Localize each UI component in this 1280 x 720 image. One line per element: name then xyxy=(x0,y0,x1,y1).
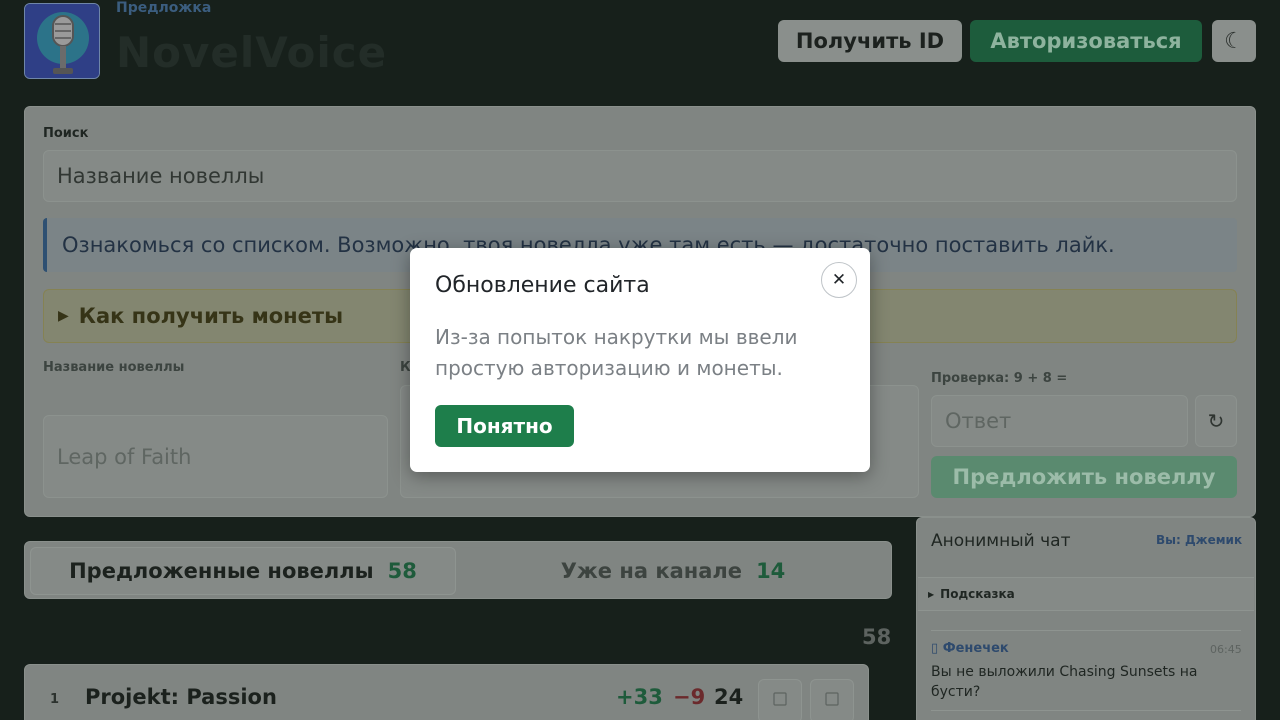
suggest-novel-button[interactable]: Предложить новеллу xyxy=(931,456,1237,498)
dislike-button[interactable] xyxy=(810,679,854,720)
theme-toggle-button[interactable]: ☾ xyxy=(1212,20,1256,62)
get-id-button[interactable]: Получить ID xyxy=(778,20,962,62)
novel-title: Projekt: Passion xyxy=(85,685,277,709)
captcha-label: Проверка: 9 + 8 = xyxy=(931,371,1068,386)
user-icon: ▯ xyxy=(931,641,939,656)
moon-icon: ☾ xyxy=(1224,28,1244,54)
site-logo xyxy=(24,3,100,79)
refresh-icon: ↻ xyxy=(1207,409,1225,433)
chat-hint-label: Подсказка xyxy=(940,587,1015,601)
chat-message-time: 06:45 xyxy=(1210,643,1242,656)
tab-count: 58 xyxy=(387,559,417,583)
novel-name-input[interactable]: Leap of Faith xyxy=(43,415,388,498)
votes-total: 24 xyxy=(714,685,744,709)
votes-up: +33 xyxy=(616,685,663,709)
novel-name-label: Название новеллы xyxy=(43,360,185,375)
chat-divider xyxy=(931,630,1241,631)
brand-title: NovelVoice xyxy=(116,28,388,77)
coins-label: Как получить монеты xyxy=(78,304,344,328)
like-button[interactable] xyxy=(758,679,802,720)
votes-down: −9 xyxy=(673,685,706,709)
microphone-logo-icon xyxy=(25,4,99,78)
chat-message-text: Вы не выложили Chasing Sunsets на бусти? xyxy=(931,664,1198,700)
modal-title: Обновление сайта xyxy=(435,273,650,298)
chat-divider xyxy=(931,710,1241,711)
chat-hint-toggle[interactable]: ▶ Подсказка xyxy=(918,577,1254,611)
captcha-answer-input[interactable]: Ответ xyxy=(931,395,1188,447)
site-update-modal: Обновление сайта ✕ Из-за попыток накрутк… xyxy=(410,248,870,472)
novel-rank: 1 xyxy=(50,692,60,707)
tab-count: 14 xyxy=(756,559,786,583)
close-icon: ✕ xyxy=(831,270,847,290)
tab-label: Уже на канале xyxy=(560,559,743,583)
modal-close-button[interactable]: ✕ xyxy=(821,262,857,298)
chat-title: Анонимный чат xyxy=(931,531,1071,551)
tab-on-channel[interactable]: Уже на канале 14 xyxy=(458,547,888,595)
chat-current-user[interactable]: Вы: Джемик xyxy=(1156,533,1242,547)
tab-label: Предложенные новеллы xyxy=(69,559,374,583)
modal-ok-button[interactable]: Понятно xyxy=(435,405,574,447)
disclosure-triangle-icon: ▶ xyxy=(928,589,935,599)
modal-body-text: Из-за попыток накрутки мы ввели простую … xyxy=(435,325,798,380)
chat-message-author: ▯ Фенечек xyxy=(931,641,1009,656)
disclosure-triangle-icon: ▶ xyxy=(58,308,69,324)
novel-tabs: Предложенные новеллы 58 Уже на канале 14 xyxy=(24,541,892,599)
brand-subtitle[interactable]: Предложка xyxy=(116,0,211,16)
thumbs-down-icon xyxy=(824,691,840,712)
authorize-button[interactable]: Авторизоваться xyxy=(970,20,1202,62)
refresh-captcha-button[interactable]: ↻ xyxy=(1195,395,1237,447)
thumbs-up-icon xyxy=(772,691,788,712)
search-label: Поиск xyxy=(43,126,89,141)
search-input[interactable]: Название новеллы xyxy=(43,150,1237,202)
list-total-count: 58 xyxy=(862,625,892,649)
tab-suggested[interactable]: Предложенные новеллы 58 xyxy=(30,547,456,595)
